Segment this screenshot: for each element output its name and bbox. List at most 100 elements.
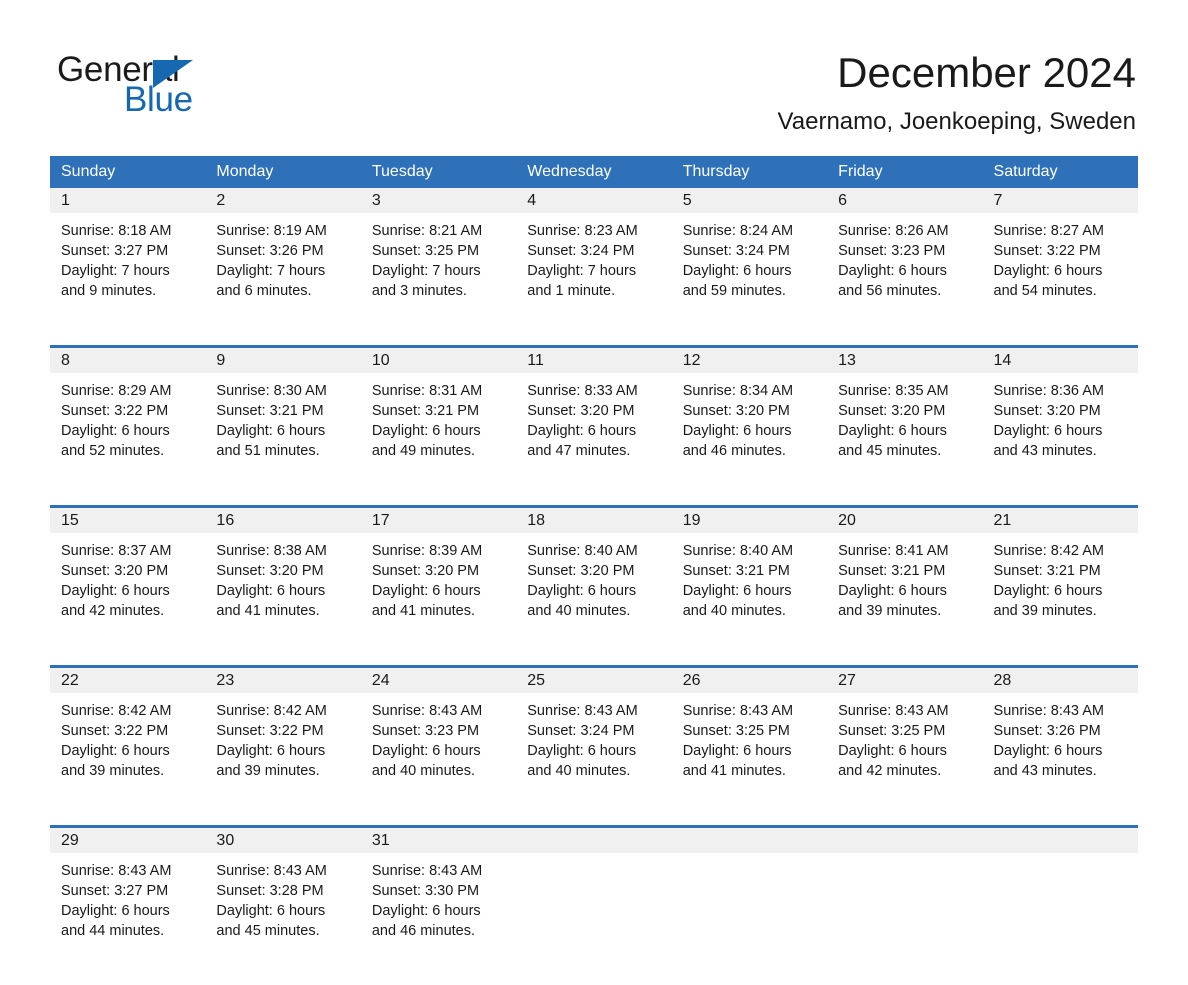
calendar-day-cell[interactable]: Sunrise: 8:37 AM Sunset: 3:20 PM Daylight:… [50,533,206,665]
daylight-text-line1: Daylight: 6 hours [371,423,481,439]
calendar-day-cell[interactable]: Sunrise: 8:21 AM Sunset: 3:25 PM Daylight:… [360,213,517,345]
daylight-text-line2: and 39 minutes. [838,603,942,619]
daylight-text-line1: Daylight: 6 hours [216,743,326,759]
calendar-day-cell[interactable]: Sunrise: 8:43 AM Sunset: 3:30 PM Daylight:… [360,853,517,985]
calendar-day-cell[interactable]: Sunrise: 8:43 AM Sunset: 3:26 PM Daylight:… [982,693,1138,825]
calendar-day-cell[interactable]: Sunrise: 8:26 AM Sunset: 3:23 PM Daylight:… [827,213,983,345]
day-number[interactable]: 17 [361,508,516,533]
calendar-day-cell[interactable]: Sunrise: 8:33 AM Sunset: 3:20 PM Daylight:… [516,373,672,505]
calendar-day-cell[interactable]: Sunrise: 8:43 AM Sunset: 3:27 PM Daylight:… [50,853,206,985]
sunrise-text: Sunrise: 8:38 AM [216,543,327,559]
calendar-day-cell[interactable]: Sunrise: 8:43 AM Sunset: 3:24 PM Daylight:… [516,693,672,825]
day-number[interactable]: 21 [983,508,1138,533]
day-number[interactable]: 11 [516,348,671,373]
day-number[interactable]: 9 [205,348,360,373]
calendar-day-cell[interactable]: Sunrise: 8:38 AM Sunset: 3:20 PM Daylight:… [205,533,361,665]
sunset-text: Sunset: 3:23 PM [371,723,480,739]
calendar-day-cell[interactable]: Sunrise: 8:42 AM Sunset: 3:21 PM Daylight:… [982,533,1138,665]
day-number[interactable]: 27 [827,668,982,693]
day-cell-body [983,853,1138,861]
day-cell-body: Sunrise: 8:43 AM Sunset: 3:27 PM Daylight:… [50,853,205,941]
sunset-text: Sunset: 3:20 PM [371,563,480,579]
daylight-text-line2: and 51 minutes. [216,443,320,459]
sunset-text: Sunset: 3:24 PM [682,243,790,259]
day-number[interactable]: 8 [50,348,205,373]
sunset-text: Sunset: 3:26 PM [993,723,1101,739]
day-cell-body [672,853,827,861]
daylight-text-line1: Daylight: 6 hours [682,583,792,599]
calendar-day-cell[interactable]: Sunrise: 8:36 AM Sunset: 3:20 PM Daylight:… [982,373,1138,505]
calendar-day-cell[interactable]: Sunrise: 8:43 AM Sunset: 3:23 PM Daylight:… [360,693,517,825]
dow-thursday: Thursday [682,163,750,180]
day-number[interactable]: 1 [50,188,205,213]
calendar-day-cell[interactable]: Sunrise: 8:40 AM Sunset: 3:21 PM Daylight:… [671,533,828,665]
day-cell-body: Sunrise: 8:37 AM Sunset: 3:20 PM Daylight:… [50,533,205,621]
day-cell-body: Sunrise: 8:36 AM Sunset: 3:20 PM Daylight:… [983,373,1138,461]
calendar-day-cell[interactable]: Sunrise: 8:42 AM Sunset: 3:22 PM Daylight:… [50,693,206,825]
day-number-strip: 1234567 [50,188,1138,213]
day-number[interactable]: 14 [983,348,1138,373]
calendar-day-cell[interactable]: Sunrise: 8:41 AM Sunset: 3:21 PM Daylight:… [827,533,983,665]
calendar-empty-cell [516,853,672,985]
daylight-text-line1: Daylight: 7 hours [371,263,481,279]
day-number[interactable]: 16 [205,508,360,533]
day-number[interactable]: 23 [205,668,360,693]
day-number[interactable]: 4 [516,188,671,213]
day-number[interactable]: 22 [50,668,205,693]
daylight-text-line1: Daylight: 6 hours [216,423,326,439]
day-number-strip: 15 16 17 18 19 20 21 [50,508,1138,533]
calendar-day-cell[interactable]: Sunrise: 8:43 AM Sunset: 3:25 PM Daylight:… [671,693,828,825]
daylight-text-line2: and 43 minutes. [993,763,1097,779]
day-number[interactable]: 20 [827,508,982,533]
calendar-day-cell[interactable]: Sunrise: 8:43 AM Sunset: 3:28 PM Daylight:… [205,853,361,985]
calendar-day-cell[interactable]: Sunrise: 8:19 AM Sunset: 3:26 PM Daylight:… [205,213,361,345]
day-number[interactable]: 18 [516,508,671,533]
calendar-week-row: 1 2 3 4 5 6 7 Sunrise: 8:18 AM Sunset: 3:27 PM Da… [50,188,1138,345]
page-subtitle: Vaernamo, Joenkoeping, Sweden [777,108,1136,135]
calendar-day-cell[interactable]: Sunrise: 8:18 AM Sunset: 3:27 PM Daylight:… [50,213,206,345]
general-blue-logo[interactable]: General Blue [57,52,257,120]
day-number[interactable]: 15 [50,508,205,533]
calendar-day-cell[interactable]: Sunrise: 8:23 AM Sunset: 3:24 PM Daylight:… [516,213,672,345]
calendar-day-cell[interactable]: Sunrise: 8:39 AM Sunset: 3:20 PM Daylight:… [360,533,517,665]
day-number[interactable]: 3 [361,188,516,213]
daylight-text-line2: and 56 minutes. [838,283,942,299]
dow-monday: Monday [216,163,274,180]
day-number[interactable]: 5 [672,188,827,213]
sunset-text: Sunset: 3:24 PM [527,723,635,739]
day-number[interactable]: 31 [361,828,516,853]
sunrise-text: Sunrise: 8:27 AM [993,223,1104,239]
calendar-day-cell[interactable]: Sunrise: 8:30 AM Sunset: 3:21 PM Daylight:… [205,373,361,505]
sunrise-text: Sunrise: 8:42 AM [216,703,327,719]
calendar-day-cell[interactable]: Sunrise: 8:35 AM Sunset: 3:20 PM Daylight:… [827,373,983,505]
calendar-day-cell[interactable]: Sunrise: 8:24 AM Sunset: 3:24 PM Daylight:… [671,213,828,345]
day-number[interactable]: 2 [205,188,360,213]
calendar-day-cell[interactable]: Sunrise: 8:29 AM Sunset: 3:22 PM Daylight:… [50,373,206,505]
day-number[interactable]: 6 [827,188,982,213]
day-number[interactable]: 28 [983,668,1138,693]
calendar-day-cell[interactable]: Sunrise: 8:27 AM Sunset: 3:22 PM Daylight:… [982,213,1138,345]
day-number[interactable]: 12 [672,348,827,373]
day-number[interactable]: 13 [827,348,982,373]
sunset-text: Sunset: 3:20 PM [682,403,790,419]
calendar-day-cell[interactable]: Sunrise: 8:40 AM Sunset: 3:20 PM Daylight:… [516,533,672,665]
day-number[interactable]: 25 [516,668,671,693]
day-cell-body [827,853,982,861]
day-number[interactable]: 30 [205,828,360,853]
daylight-text-line2: and 40 minutes. [682,603,786,619]
calendar-day-cell[interactable]: Sunrise: 8:34 AM Sunset: 3:20 PM Daylight:… [671,373,828,505]
calendar-day-cell[interactable]: Sunrise: 8:43 AM Sunset: 3:25 PM Daylight:… [827,693,983,825]
calendar-day-cell[interactable]: Sunrise: 8:42 AM Sunset: 3:22 PM Daylight:… [205,693,361,825]
day-number[interactable]: 19 [672,508,827,533]
dow-tuesday: Tuesday [371,163,433,180]
day-number[interactable]: 10 [361,348,516,373]
daylight-text-line2: and 3 minutes. [371,283,467,299]
day-number[interactable]: 26 [672,668,827,693]
day-number[interactable]: 7 [983,188,1138,213]
calendar-day-cell[interactable]: Sunrise: 8:31 AM Sunset: 3:21 PM Daylight:… [360,373,517,505]
daylight-text-line2: and 1 minute. [527,283,616,299]
day-number[interactable]: 29 [50,828,205,853]
day-number[interactable]: 24 [361,668,516,693]
sunset-text: Sunset: 3:20 PM [216,563,324,579]
sunrise-text: Sunrise: 8:43 AM [838,703,949,719]
